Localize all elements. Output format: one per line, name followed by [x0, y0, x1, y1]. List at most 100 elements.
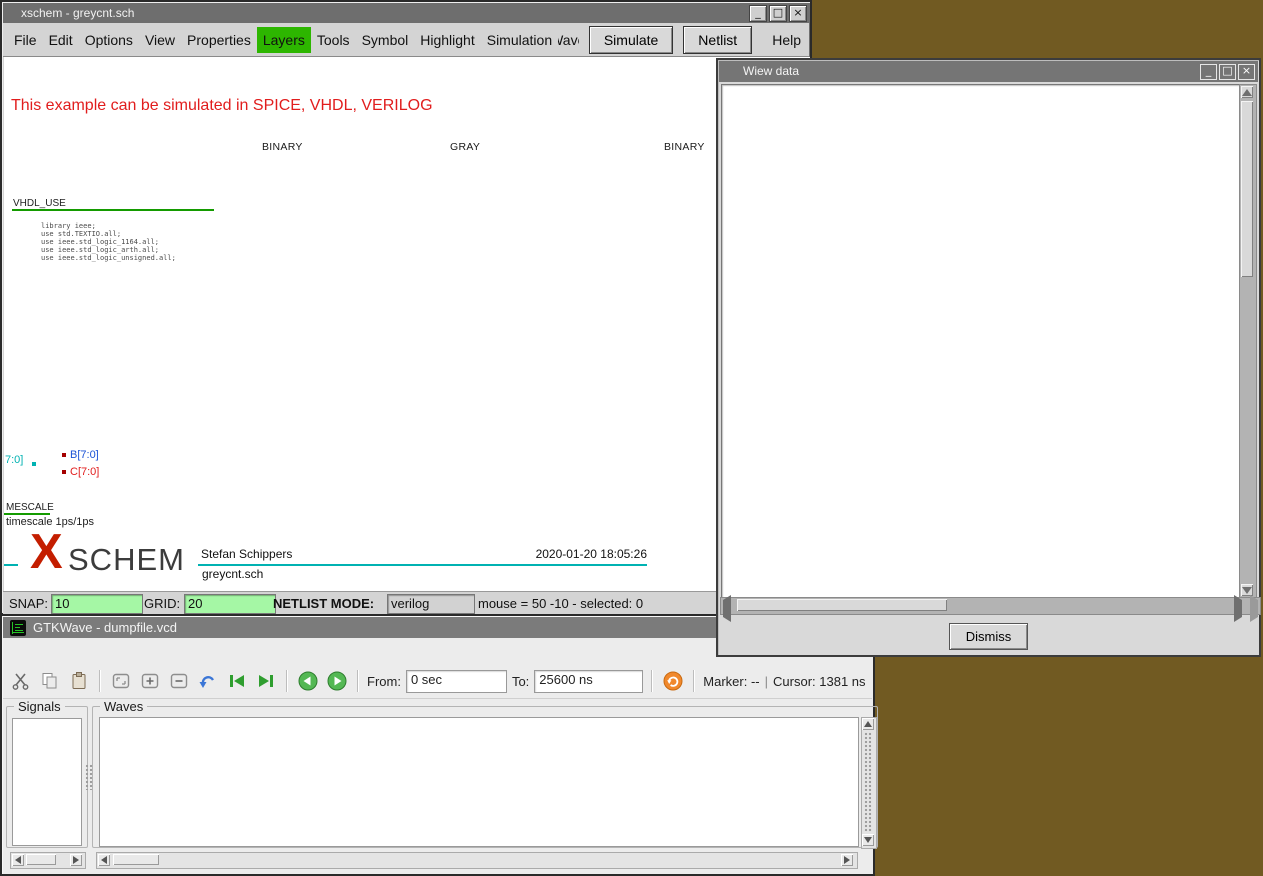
- bus-b-pin-marker: [62, 453, 66, 457]
- menu-item-highlight[interactable]: Highlight: [414, 27, 480, 53]
- marker-status-text: Marker: --: [703, 674, 759, 689]
- view-data-title: Wiew data: [743, 64, 799, 78]
- gtkwave-toolbar: From: 0 sec To: 25600 ns Marker: -- | Cu…: [3, 664, 872, 699]
- dismiss-button[interactable]: Dismiss: [949, 623, 1029, 650]
- menu-item-view[interactable]: View: [139, 27, 181, 53]
- close-icon[interactable]: ×: [789, 5, 807, 22]
- menu-item-options[interactable]: Options: [79, 27, 139, 53]
- titleblock-date: 2020-01-20 18:05:26: [444, 547, 647, 561]
- prev-transition-icon[interactable]: [225, 669, 249, 693]
- menu-item-symbol[interactable]: Symbol: [356, 27, 415, 53]
- menu-item-file[interactable]: File: [8, 27, 43, 53]
- timescale-wire: [4, 513, 50, 515]
- status-divider: |: [765, 674, 768, 689]
- menu-item-properties[interactable]: Properties: [181, 27, 257, 53]
- simulate-button[interactable]: Simulate: [589, 26, 673, 54]
- close-icon[interactable]: ×: [1238, 64, 1255, 80]
- column-header-binary-left: BINARY: [262, 141, 303, 153]
- menu-item-edit[interactable]: Edit: [43, 27, 79, 53]
- toolbar-separator: [99, 670, 101, 692]
- signal-list[interactable]: [12, 718, 82, 846]
- signals-panel-title: Signals: [14, 699, 65, 714]
- scroll-left-icon[interactable]: [12, 854, 24, 866]
- scrollbar-thumb[interactable]: [1241, 101, 1253, 277]
- maximize-icon[interactable]: □: [769, 5, 787, 22]
- copy-icon[interactable]: [38, 669, 62, 693]
- xschem-logo-x: X: [30, 529, 63, 575]
- netlist-mode-label: NETLIST MODE:: [273, 596, 374, 611]
- maximize-icon[interactable]: □: [1219, 64, 1236, 80]
- waves-horizontal-scrollbar[interactable]: [96, 852, 858, 869]
- logo-wire-fragment: [4, 564, 18, 566]
- cursor-status-text: Cursor: 1381 ns: [773, 674, 866, 689]
- bus-label-b70: B[7:0]: [70, 449, 99, 461]
- xschem-titlebar[interactable]: xschem - greycnt.sch _ □ ×: [3, 3, 809, 23]
- menu-item-simulation[interactable]: Simulation: [481, 27, 558, 53]
- snap-label: SNAP:: [9, 596, 48, 611]
- xschem-window: xschem - greycnt.sch _ □ × FileEditOptio…: [0, 0, 812, 615]
- toolbar-separator: [286, 670, 288, 692]
- waves-panel: Waves: [92, 706, 878, 848]
- simulation-output-area[interactable]: [721, 84, 1246, 598]
- waves-vertical-scrollbar[interactable]: [861, 717, 877, 849]
- menu-item-tools[interactable]: Tools: [311, 27, 356, 53]
- cut-icon[interactable]: [9, 669, 33, 693]
- signals-panel: Signals: [6, 706, 88, 848]
- schematic-canvas[interactable]: This example can be simulated in SPICE, …: [4, 57, 810, 591]
- view-data-horizontal-scrollbar[interactable]: [720, 597, 1261, 615]
- to-input[interactable]: 25600 ns: [534, 670, 643, 693]
- menu-item-help[interactable]: Help: [764, 27, 809, 53]
- wave-display[interactable]: [99, 717, 859, 847]
- minimize-icon[interactable]: _: [749, 5, 767, 22]
- signals-horizontal-scrollbar[interactable]: [10, 852, 86, 869]
- scroll-left-icon[interactable]: [98, 854, 110, 866]
- titleblock-author: Stefan Schippers: [201, 547, 292, 561]
- gtkwave-window-title: GTKWave - dumpfile.vcd: [33, 620, 177, 635]
- zoom-fit-icon[interactable]: [109, 669, 133, 693]
- scrollbar-thumb[interactable]: [113, 854, 159, 865]
- from-input[interactable]: 0 sec: [406, 670, 507, 693]
- scroll-right-icon[interactable]: [841, 854, 853, 866]
- view-data-titlebar[interactable]: Wiew data _ □ ×: [719, 61, 1258, 82]
- scroll-up-icon[interactable]: [862, 718, 874, 730]
- menu-item-layers[interactable]: Layers: [257, 27, 311, 53]
- xschem-statusbar: SNAP: 10 GRID: 20 NETLIST MODE: verilog …: [3, 591, 809, 616]
- scrollbar-thumb[interactable]: [737, 599, 947, 611]
- vhdl-use-wire: [12, 209, 214, 211]
- bus-a-pin-marker: [32, 462, 36, 466]
- pane-drag-handle[interactable]: [85, 764, 92, 790]
- scroll-down-icon[interactable]: [862, 834, 874, 846]
- paste-icon[interactable]: [67, 669, 91, 693]
- shift-left-icon[interactable]: [296, 669, 320, 693]
- undo-arrow-icon[interactable]: [196, 669, 220, 693]
- netlist-mode-input[interactable]: verilog: [387, 594, 475, 614]
- grid-input[interactable]: 20: [184, 594, 276, 614]
- shift-right-icon[interactable]: [325, 669, 349, 693]
- bus-c-pin-marker: [62, 470, 66, 474]
- snap-input[interactable]: 10: [51, 594, 143, 614]
- netlist-button[interactable]: Netlist: [683, 26, 752, 54]
- zoom-out-icon[interactable]: [167, 669, 191, 693]
- timescale-label-clipped: MESCALE: [6, 502, 54, 513]
- zoom-in-icon[interactable]: [138, 669, 162, 693]
- reload-icon[interactable]: [661, 669, 685, 693]
- gtkwave-app-icon: [10, 620, 26, 636]
- scrollbar-thumb[interactable]: [864, 732, 872, 832]
- toolbar-separator: [651, 670, 653, 692]
- column-header-gray: GRAY: [450, 141, 480, 153]
- view-data-vertical-scrollbar[interactable]: [1239, 84, 1257, 598]
- vhdl-code-block: library ieee; use std.TEXTIO.all; use ie…: [41, 222, 176, 262]
- scroll-up-icon[interactable]: [1241, 86, 1253, 98]
- grid-label: GRID:: [144, 596, 180, 611]
- scrollbar-thumb[interactable]: [26, 854, 56, 865]
- menu-item-wave-clipped[interactable]: Wave: [558, 27, 579, 53]
- vhdl-use-label: VHDL_USE: [13, 198, 66, 209]
- next-transition-icon[interactable]: [254, 669, 278, 693]
- minimize-icon[interactable]: _: [1200, 64, 1217, 80]
- bus-label-c70: C[7:0]: [70, 466, 99, 478]
- xschem-logo-text: SCHEM: [68, 545, 185, 575]
- view-data-window: Wiew data _ □ × Dismiss: [716, 58, 1261, 657]
- titleblock-sheet-name: greycnt.sch: [202, 567, 263, 581]
- scroll-right-icon[interactable]: [70, 854, 82, 866]
- column-header-binary-right: BINARY: [664, 141, 705, 153]
